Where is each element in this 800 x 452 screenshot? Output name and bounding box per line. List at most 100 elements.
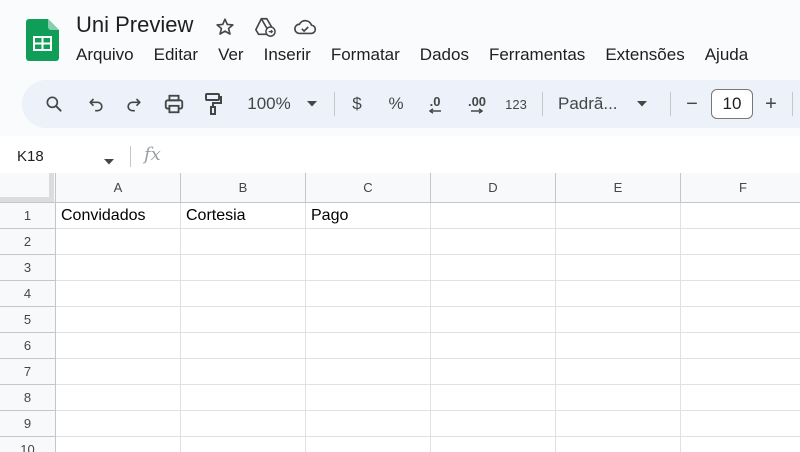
- cell-c6[interactable]: [306, 333, 431, 359]
- column-header-e[interactable]: E: [556, 173, 681, 203]
- cell-f8[interactable]: [681, 385, 800, 411]
- cell-f5[interactable]: [681, 307, 800, 333]
- currency-format-button[interactable]: $: [344, 80, 370, 128]
- name-box[interactable]: K18: [17, 140, 44, 173]
- increase-font-size-button[interactable]: +: [759, 80, 783, 128]
- cell-f1[interactable]: [681, 203, 800, 229]
- number-format-button[interactable]: 123: [500, 80, 532, 128]
- cell-c8[interactable]: [306, 385, 431, 411]
- cell-b1[interactable]: Cortesia: [181, 203, 306, 229]
- star-icon[interactable]: [212, 14, 238, 40]
- zoom-select[interactable]: 100%: [242, 80, 322, 128]
- undo-button[interactable]: [82, 80, 110, 128]
- menu-ferramentas[interactable]: Ferramentas: [479, 44, 595, 66]
- sheets-logo-icon[interactable]: [26, 19, 59, 61]
- cell-b2[interactable]: [181, 229, 306, 255]
- row-header-9[interactable]: 9: [0, 411, 56, 437]
- font-size-input[interactable]: 10: [711, 89, 753, 119]
- paint-format-button[interactable]: [200, 80, 226, 128]
- cell-f3[interactable]: [681, 255, 800, 281]
- freeze-row-handle[interactable]: [0, 197, 54, 202]
- cell-c1[interactable]: Pago: [306, 203, 431, 229]
- cell-d2[interactable]: [431, 229, 556, 255]
- cell-e4[interactable]: [556, 281, 681, 307]
- cell-b9[interactable]: [181, 411, 306, 437]
- cell-e2[interactable]: [556, 229, 681, 255]
- cell-b3[interactable]: [181, 255, 306, 281]
- cell-c9[interactable]: [306, 411, 431, 437]
- row-header-4[interactable]: 4: [0, 281, 56, 307]
- menu-arquivo[interactable]: Arquivo: [66, 44, 144, 66]
- cell-b10[interactable]: [181, 437, 306, 452]
- percent-format-button[interactable]: %: [383, 80, 409, 128]
- column-header-f[interactable]: F: [681, 173, 800, 203]
- cell-f7[interactable]: [681, 359, 800, 385]
- cell-d10[interactable]: [431, 437, 556, 452]
- cell-e10[interactable]: [556, 437, 681, 452]
- cell-e9[interactable]: [556, 411, 681, 437]
- cell-a6[interactable]: [56, 333, 181, 359]
- cell-c3[interactable]: [306, 255, 431, 281]
- row-header-1[interactable]: 1: [0, 203, 56, 229]
- move-to-drive-icon[interactable]: [252, 14, 278, 40]
- cell-e3[interactable]: [556, 255, 681, 281]
- redo-button[interactable]: [120, 80, 148, 128]
- cell-f2[interactable]: [681, 229, 800, 255]
- row-header-6[interactable]: 6: [0, 333, 56, 359]
- cell-a1[interactable]: Convidados: [56, 203, 181, 229]
- row-header-3[interactable]: 3: [0, 255, 56, 281]
- column-header-d[interactable]: D: [431, 173, 556, 203]
- font-family-select[interactable]: Padrã...: [558, 80, 658, 128]
- menu-inserir[interactable]: Inserir: [254, 44, 321, 66]
- cell-a10[interactable]: [56, 437, 181, 452]
- cell-e7[interactable]: [556, 359, 681, 385]
- cell-d4[interactable]: [431, 281, 556, 307]
- cell-a7[interactable]: [56, 359, 181, 385]
- menu-editar[interactable]: Editar: [144, 44, 208, 66]
- search-menus-button[interactable]: [40, 80, 68, 128]
- print-button[interactable]: [160, 80, 188, 128]
- cell-b5[interactable]: [181, 307, 306, 333]
- cell-c5[interactable]: [306, 307, 431, 333]
- cell-f6[interactable]: [681, 333, 800, 359]
- column-header-b[interactable]: B: [181, 173, 306, 203]
- cell-b6[interactable]: [181, 333, 306, 359]
- cloud-saved-icon[interactable]: [292, 14, 318, 40]
- cell-d7[interactable]: [431, 359, 556, 385]
- column-header-a[interactable]: A: [56, 173, 181, 203]
- cell-e6[interactable]: [556, 333, 681, 359]
- cell-d9[interactable]: [431, 411, 556, 437]
- row-header-2[interactable]: 2: [0, 229, 56, 255]
- menu-ver[interactable]: Ver: [208, 44, 254, 66]
- menu-ajuda[interactable]: Ajuda: [695, 44, 758, 66]
- cell-e1[interactable]: [556, 203, 681, 229]
- cell-e8[interactable]: [556, 385, 681, 411]
- increase-decimal-button[interactable]: .00: [460, 80, 494, 128]
- select-all-corner[interactable]: [0, 173, 56, 203]
- cell-f4[interactable]: [681, 281, 800, 307]
- decrease-font-size-button[interactable]: −: [680, 80, 704, 128]
- row-header-10[interactable]: 10: [0, 437, 56, 452]
- cell-c4[interactable]: [306, 281, 431, 307]
- document-title[interactable]: Uni Preview: [76, 12, 193, 38]
- column-header-c[interactable]: C: [306, 173, 431, 203]
- row-header-7[interactable]: 7: [0, 359, 56, 385]
- cell-d3[interactable]: [431, 255, 556, 281]
- menu-formatar[interactable]: Formatar: [321, 44, 410, 66]
- cell-c7[interactable]: [306, 359, 431, 385]
- menu-dados[interactable]: Dados: [410, 44, 479, 66]
- cell-a3[interactable]: [56, 255, 181, 281]
- cell-d6[interactable]: [431, 333, 556, 359]
- row-header-5[interactable]: 5: [0, 307, 56, 333]
- cell-c10[interactable]: [306, 437, 431, 452]
- chevron-down-icon[interactable]: [104, 152, 114, 170]
- cell-f9[interactable]: [681, 411, 800, 437]
- cell-c2[interactable]: [306, 229, 431, 255]
- cell-a4[interactable]: [56, 281, 181, 307]
- decrease-decimal-button[interactable]: .0: [420, 80, 450, 128]
- row-header-8[interactable]: 8: [0, 385, 56, 411]
- cell-e5[interactable]: [556, 307, 681, 333]
- cell-a5[interactable]: [56, 307, 181, 333]
- cell-d5[interactable]: [431, 307, 556, 333]
- cell-b4[interactable]: [181, 281, 306, 307]
